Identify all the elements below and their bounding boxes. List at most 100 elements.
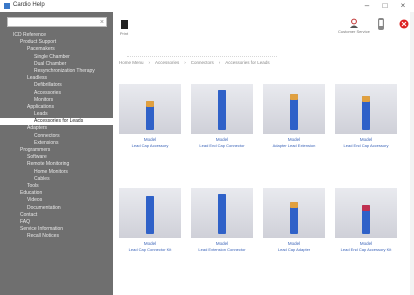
product-model[interactable]: Model: [335, 241, 397, 246]
close-window-button[interactable]: ×: [396, 1, 410, 11]
product-card[interactable]: Model Adapter Lead Extension: [263, 84, 325, 148]
tree-item[interactable]: Documentation: [0, 205, 113, 212]
product-card[interactable]: Model Lead Cap Accessory: [119, 84, 181, 148]
product-cap: [362, 96, 370, 102]
breadcrumb-item[interactable]: Accessories for Leads: [225, 60, 269, 65]
product-name[interactable]: Lead End Cap Accessory Kit: [335, 247, 397, 252]
scrollbar[interactable]: [410, 12, 414, 295]
customer-service-button[interactable]: Customer Service: [338, 18, 370, 34]
product-card[interactable]: Model Lead Cap Connector Kit: [119, 188, 181, 252]
product-card[interactable]: Model Lead Extension Connector: [191, 188, 253, 252]
tree-item[interactable]: ICD Reference: [0, 32, 113, 39]
tree-item[interactable]: Defibrillators: [0, 82, 113, 89]
tree-item[interactable]: Home Monitors: [0, 169, 113, 176]
maximize-button[interactable]: □: [378, 1, 392, 11]
tree-item[interactable]: Tools: [0, 183, 113, 190]
search-input[interactable]: ×: [7, 17, 107, 27]
navigation-tree: ICD Reference Product Support Pacemakers Si…: [0, 32, 113, 240]
product-card[interactable]: Model Lead End Cap Accessory: [335, 84, 397, 148]
product-cap: [218, 194, 226, 200]
tree-item[interactable]: Dual Chamber: [0, 61, 113, 68]
product-model[interactable]: Model: [191, 137, 253, 142]
tree-item[interactable]: Extensions: [0, 140, 113, 147]
product-thumbnail[interactable]: [335, 84, 397, 134]
tree-item[interactable]: Product Support: [0, 39, 113, 46]
tree-item[interactable]: FAQ: [0, 219, 113, 226]
tree-item[interactable]: Accessories for Leads: [0, 118, 113, 126]
product-name[interactable]: Lead End Cap Connector: [191, 143, 253, 148]
product-model[interactable]: Model: [335, 137, 397, 142]
breadcrumb-item[interactable]: Connectors: [191, 60, 214, 65]
tree-item[interactable]: Leadless: [0, 75, 113, 82]
print-label: Print: [119, 31, 129, 36]
product-cap: [290, 202, 298, 208]
tree-item[interactable]: Pacemakers: [0, 46, 113, 53]
user-icon: [349, 18, 359, 28]
product-thumbnail[interactable]: [263, 84, 325, 134]
tree-item[interactable]: Programmers: [0, 147, 113, 154]
print-icon: [120, 20, 128, 29]
product-name[interactable]: Lead Cap Adapter: [263, 247, 325, 252]
product-cap: [218, 90, 226, 96]
tree-item[interactable]: Resynchronization Therapy: [0, 68, 113, 75]
product-model[interactable]: Model: [263, 241, 325, 246]
product-thumbnail[interactable]: [335, 188, 397, 238]
app-icon: [4, 3, 10, 9]
product-name[interactable]: Lead Cap Connector Kit: [119, 247, 181, 252]
close-icon: [399, 18, 409, 29]
tree-item[interactable]: Software: [0, 154, 113, 161]
tree-item[interactable]: Monitors: [0, 97, 113, 104]
tree-item[interactable]: Single Chamber: [0, 54, 113, 61]
product-name[interactable]: Lead Extension Connector: [191, 247, 253, 252]
tree-item[interactable]: Leads: [0, 111, 113, 118]
product-model[interactable]: Model: [119, 137, 181, 142]
product-cap: [290, 94, 298, 100]
tree-item[interactable]: Connectors: [0, 133, 113, 140]
product-thumbnail[interactable]: [263, 188, 325, 238]
product-card[interactable]: Model Lead End Cap Accessory Kit: [335, 188, 397, 252]
product-thumbnail[interactable]: [191, 188, 253, 238]
tree-item[interactable]: Applications: [0, 104, 113, 111]
tree-item[interactable]: Cables: [0, 176, 113, 183]
breadcrumb: Home Menu › Accessories › Connectors › Accesso…: [119, 60, 275, 65]
product-cap: [146, 101, 154, 107]
product-image: [218, 194, 226, 234]
tree-item[interactable]: Recall Notices: [0, 233, 113, 240]
breadcrumb-item[interactable]: Home Menu: [119, 60, 144, 65]
print-button[interactable]: Print: [119, 20, 129, 38]
product-model[interactable]: Model: [263, 137, 325, 142]
clear-search-icon[interactable]: ×: [100, 18, 104, 27]
product-cap: [362, 205, 370, 211]
tree-item[interactable]: Adapters: [0, 125, 113, 132]
product-thumbnail[interactable]: [191, 84, 253, 134]
product-model[interactable]: Model: [119, 241, 181, 246]
minimize-button[interactable]: –: [360, 1, 374, 11]
product-card[interactable]: Model Lead End Cap Connector: [191, 84, 253, 148]
product-image: [218, 90, 226, 130]
tree-item[interactable]: Videos: [0, 197, 113, 204]
customer-service-label: Customer Service: [338, 29, 370, 34]
divider: [127, 56, 277, 59]
sidebar: × ICD Reference Product Support Pacemakers…: [0, 12, 113, 295]
tree-item[interactable]: Remote Monitoring: [0, 161, 113, 168]
info-button[interactable]: [376, 18, 386, 30]
product-name[interactable]: Lead End Cap Accessory: [335, 143, 397, 148]
product-name[interactable]: Lead Cap Accessory: [119, 143, 181, 148]
main-panel: Print Customer Service Home Menu › Accesso…: [113, 12, 414, 295]
product-cap: [146, 196, 154, 202]
tree-item[interactable]: Education: [0, 190, 113, 197]
product-model[interactable]: Model: [191, 241, 253, 246]
info-icon: [376, 18, 386, 30]
product-thumbnail[interactable]: [119, 84, 181, 134]
product-thumbnail[interactable]: [119, 188, 181, 238]
exit-button[interactable]: [399, 18, 409, 29]
tree-item[interactable]: Accessories: [0, 90, 113, 97]
tree-item[interactable]: Contact: [0, 212, 113, 219]
product-name[interactable]: Adapter Lead Extension: [263, 143, 325, 148]
window-title: Cardio Help: [13, 2, 45, 8]
product-grid: Model Lead Cap Accessory Model Lead End Cap…: [119, 84, 409, 295]
breadcrumb-item[interactable]: Accessories: [155, 60, 179, 65]
product-card[interactable]: Model Lead Cap Adapter: [263, 188, 325, 252]
tree-item[interactable]: Service Information: [0, 226, 113, 233]
breadcrumb-separator: ›: [218, 60, 221, 65]
